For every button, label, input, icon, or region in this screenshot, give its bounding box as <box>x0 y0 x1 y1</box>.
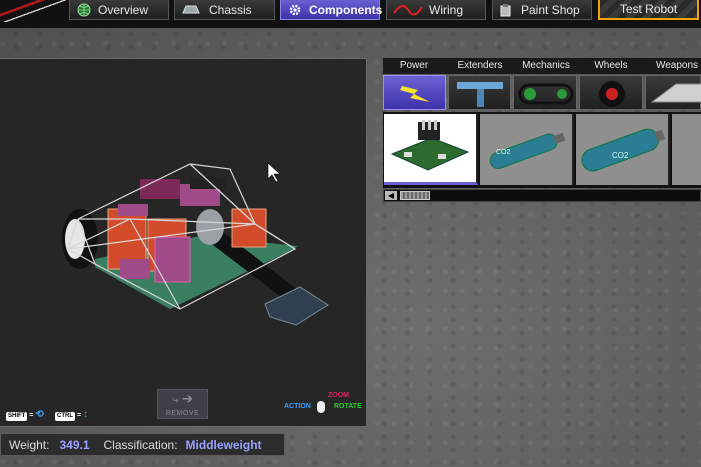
chain-sprocket-icon <box>518 83 574 105</box>
scroll-thumb[interactable] <box>400 191 430 200</box>
vertical-arrow-icon: ↕ <box>83 409 88 420</box>
action-label: ACTION <box>284 403 311 410</box>
tab-wheels[interactable] <box>579 75 643 110</box>
lightning-icon <box>400 86 430 102</box>
remove-arrow-icon: ⤷ ➔ <box>172 392 193 406</box>
top-navigation-bar: Overview Chassis Components Wiring Paint… <box>0 0 701 28</box>
test-robot-button[interactable]: Test Robot <box>598 0 699 20</box>
extender-icon <box>457 82 503 107</box>
shift-rotate-hint: SHIFT = ⟲ <box>6 409 44 421</box>
tab-extenders-label[interactable]: Extenders <box>449 60 511 71</box>
mouse-controls-legend: ZOOM ACTION ROTATE <box>284 389 364 419</box>
tab-weapons[interactable] <box>645 75 701 110</box>
chassis-button[interactable]: Chassis <box>174 0 275 20</box>
paint-shop-button[interactable]: Paint Shop <box>492 0 592 20</box>
globe-icon <box>76 3 92 17</box>
wedge-weapon-icon <box>650 83 701 103</box>
circuit-board-icon <box>390 120 470 171</box>
component-scrollbar[interactable]: ◀ <box>383 189 701 202</box>
classification-label: Classification: <box>103 437 178 452</box>
component-thumbnails: CO2 CO2 <box>383 112 701 188</box>
chassis-label: Chassis <box>209 2 252 17</box>
tab-weapons-label[interactable]: Weapons <box>645 60 701 71</box>
scroll-left-arrow-icon[interactable]: ◀ <box>385 191 397 200</box>
tab-power[interactable] <box>383 75 446 110</box>
category-tabs: Power Extenders Mechanics Wheels Weapons <box>383 58 701 74</box>
zoom-label: ZOOM <box>328 392 349 399</box>
overview-label: Overview <box>98 2 149 17</box>
svg-text:CO2: CO2 <box>496 149 511 156</box>
co2-tank-icon: CO2 <box>581 128 666 172</box>
classification-value: Middleweight <box>185 437 262 452</box>
component-panel: Power Extenders Mechanics Wheels Weapons <box>383 58 701 204</box>
wiring-button[interactable]: Wiring <box>386 0 486 20</box>
weight-label: Weight: <box>9 437 50 452</box>
robot-model <box>62 162 329 326</box>
ctrl-key-label: CTRL <box>55 412 75 421</box>
wheel-icon <box>599 81 625 107</box>
remove-label: REMOVE <box>165 410 200 417</box>
wire-icon <box>393 3 423 17</box>
components-label: Components <box>309 2 383 17</box>
tab-wheels-label[interactable]: Wheels <box>579 60 643 71</box>
paint-bucket-icon <box>499 3 515 17</box>
shift-key-label: SHIFT <box>6 412 28 421</box>
logo-stripe <box>0 0 66 22</box>
components-button[interactable]: Components <box>280 0 383 20</box>
rotate-label: ROTATE <box>334 403 362 410</box>
paint-shop-label: Paint Shop <box>521 2 580 17</box>
co2-tank-icon: CO2 <box>489 132 566 170</box>
mouse-icon <box>317 401 325 413</box>
gear-icon <box>287 3 303 17</box>
status-bar: Weight: 349.1 Classification: Middleweig… <box>0 433 285 456</box>
tab-mechanics-label[interactable]: Mechanics <box>514 60 578 71</box>
component-co2-tank-large[interactable]: CO2 <box>576 114 670 185</box>
svg-text:CO2: CO2 <box>612 151 629 160</box>
tab-power-label[interactable]: Power <box>383 60 445 71</box>
ctrl-move-hint: CTRL = ↕ <box>55 409 88 421</box>
component-co2-tank-small[interactable]: CO2 <box>480 114 574 185</box>
mouse-cursor-icon <box>267 162 281 183</box>
chassis-icon <box>181 3 200 17</box>
component-partial[interactable] <box>672 114 701 185</box>
component-circuit-board[interactable] <box>384 114 478 185</box>
wiring-label: Wiring <box>429 2 464 17</box>
overview-button[interactable]: Overview <box>69 0 169 20</box>
rotate-arrow-icon: ⟲ <box>35 409 44 420</box>
tab-extenders[interactable] <box>448 75 511 110</box>
test-robot-label: Test Robot <box>619 2 678 16</box>
tab-mechanics[interactable] <box>513 75 577 110</box>
robot-3d-viewport[interactable]: SHIFT = ⟲ CTRL = ↕ ⤷ ➔ REMOVE ZOOM ACTIO… <box>0 58 367 427</box>
remove-button[interactable]: ⤷ ➔ REMOVE <box>157 389 208 419</box>
weight-value: 349.1 <box>59 437 90 452</box>
